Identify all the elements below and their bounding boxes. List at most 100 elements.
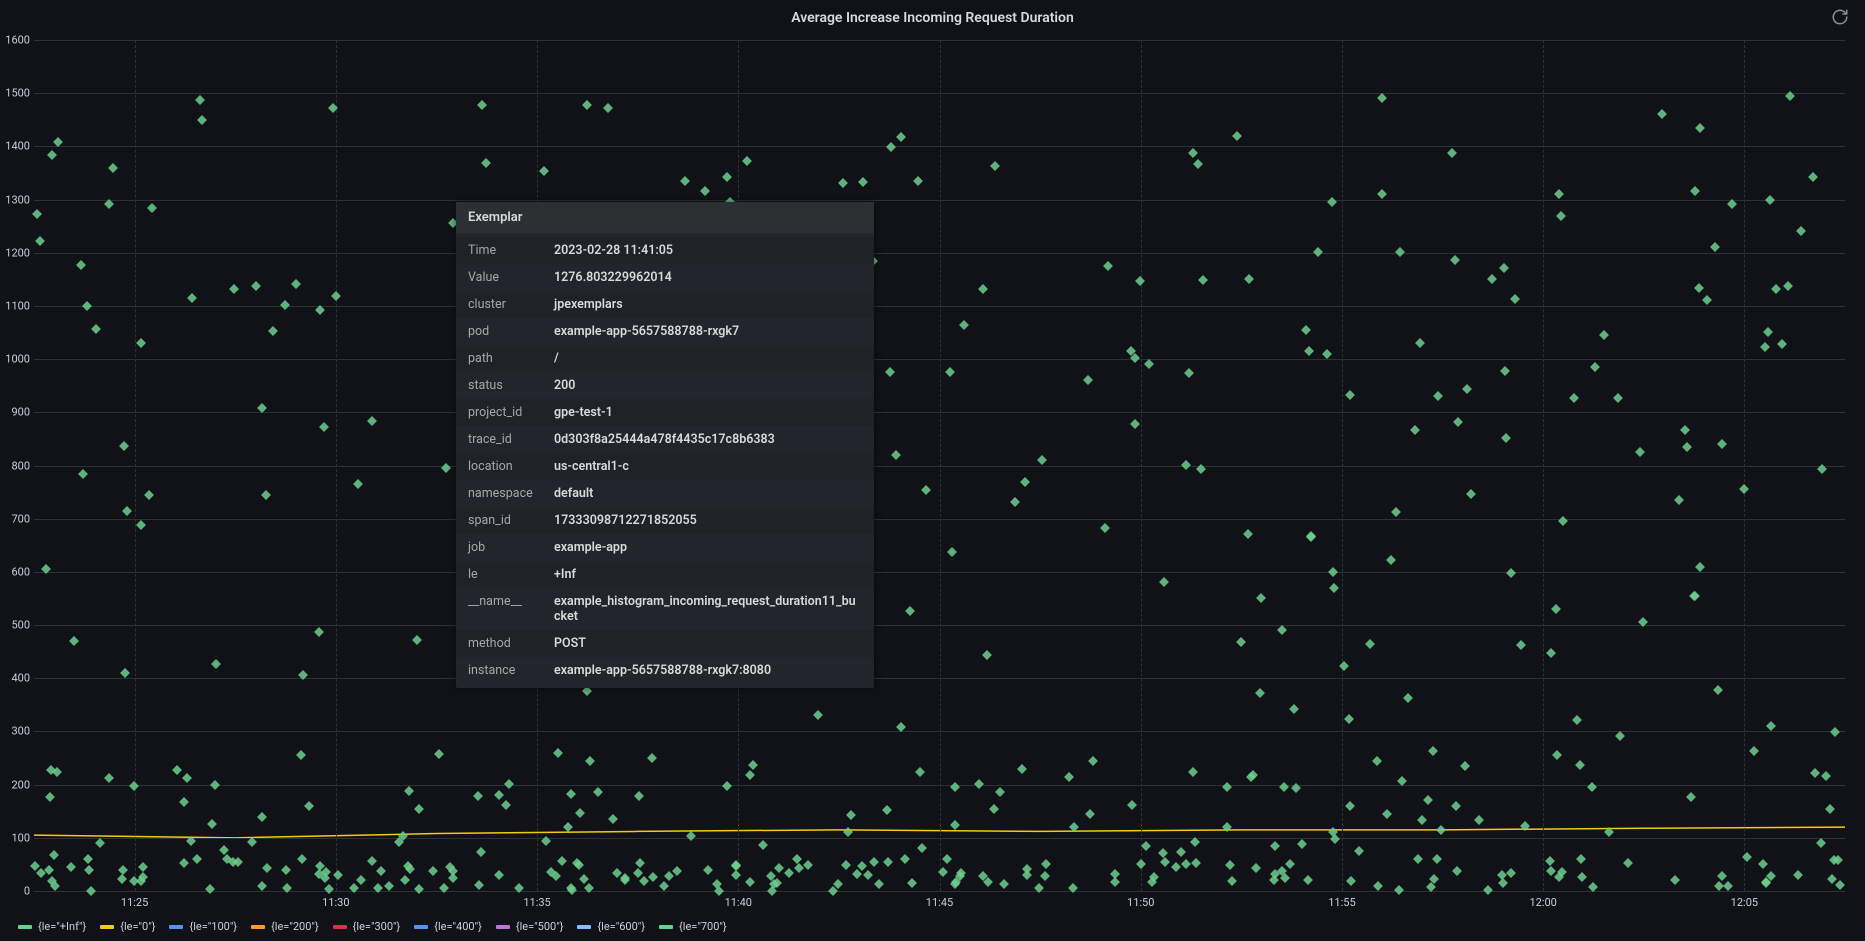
y-tick: 0: [4, 885, 30, 898]
tooltip-row: Value1276.803229962014: [456, 264, 874, 291]
tooltip-value: default: [554, 486, 593, 501]
legend-swatch: [100, 925, 114, 929]
x-tick: 12:05: [1731, 896, 1758, 909]
tooltip-value: example-app-5657588788-rxgk7: [554, 324, 739, 339]
tooltip-key: Time: [468, 243, 554, 258]
x-tick: 11:25: [121, 896, 148, 909]
y-tick: 1500: [4, 87, 30, 100]
y-tick: 1600: [4, 34, 30, 47]
legend-swatch: [251, 925, 265, 929]
legend-swatch: [333, 925, 347, 929]
tooltip-row: path/: [456, 345, 874, 372]
tooltip-key: location: [468, 459, 554, 474]
tooltip-key: span_id: [468, 513, 554, 528]
tooltip-row: methodPOST: [456, 630, 874, 657]
tooltip-key: method: [468, 636, 554, 651]
legend-item[interactable]: {le="500"}: [496, 920, 564, 933]
legend-item[interactable]: {le="+Inf"}: [18, 920, 86, 933]
legend-item[interactable]: {le="300"}: [333, 920, 401, 933]
tooltip-key: path: [468, 351, 554, 366]
x-tick: 11:55: [1328, 896, 1355, 909]
legend-swatch: [414, 925, 428, 929]
tooltip-value: 17333098712271852055: [554, 513, 697, 528]
tooltip-row: instanceexample-app-5657588788-rxgk7:808…: [456, 657, 874, 684]
y-tick: 500: [4, 619, 30, 632]
tooltip-row: span_id17333098712271852055: [456, 507, 874, 534]
tooltip-key: instance: [468, 663, 554, 678]
y-tick: 1300: [4, 193, 30, 206]
x-tick: 11:35: [523, 896, 550, 909]
x-tick: 11:30: [322, 896, 349, 909]
tooltip-key: le: [468, 567, 554, 582]
legend-label: {le="200"}: [271, 920, 319, 933]
legend-item[interactable]: {le="700"}: [659, 920, 727, 933]
tooltip-value: example-app-5657588788-rxgk7:8080: [554, 663, 771, 678]
legend-swatch: [659, 925, 673, 929]
tooltip-row: trace_id0d303f8a25444a478f4435c17c8b6383: [456, 426, 874, 453]
y-tick: 1400: [4, 140, 30, 153]
tooltip-value: /: [554, 351, 559, 366]
tooltip-value: gpe-test-1: [554, 405, 613, 420]
chart-title: Average Increase Incoming Request Durati…: [0, 10, 1865, 26]
tooltip-key: trace_id: [468, 432, 554, 447]
tooltip-value: 0d303f8a25444a478f4435c17c8b6383: [554, 432, 775, 447]
y-tick: 1100: [4, 299, 30, 312]
x-tick: 12:00: [1529, 896, 1556, 909]
tooltip-row: locationus-central1-c: [456, 453, 874, 480]
legend-item[interactable]: {le="0"}: [100, 920, 155, 933]
tooltip-key: job: [468, 540, 554, 555]
tooltip-value: 200: [554, 378, 575, 393]
tooltip-key: Value: [468, 270, 554, 285]
exemplar-tooltip: Exemplar Time2023-02-28 11:41:05Value127…: [456, 202, 874, 688]
legend-label: {le="500"}: [516, 920, 564, 933]
y-tick: 800: [4, 459, 30, 472]
tooltip-value: +Inf: [554, 567, 576, 582]
x-tick: 11:50: [1127, 896, 1154, 909]
tooltip-key: __name__: [468, 594, 554, 624]
tooltip-row: status200: [456, 372, 874, 399]
tooltip-key: namespace: [468, 486, 554, 501]
tooltip-value: 1276.803229962014: [554, 270, 672, 285]
tooltip-title: Exemplar: [456, 202, 874, 233]
legend-label: {le="700"}: [679, 920, 727, 933]
legend-swatch: [18, 925, 32, 929]
plot-area[interactable]: 0100200300400500600700800900100011001200…: [34, 40, 1845, 891]
tooltip-row: namespacedefault: [456, 480, 874, 507]
tooltip-key: cluster: [468, 297, 554, 312]
gridline-v: [135, 40, 136, 891]
legend-item[interactable]: {le="400"}: [414, 920, 482, 933]
gridline-v: [1744, 40, 1745, 891]
tooltip-value: POST: [554, 636, 586, 651]
legend-item[interactable]: {le="100"}: [169, 920, 237, 933]
refresh-icon[interactable]: [1831, 8, 1849, 26]
legend-label: {le="400"}: [434, 920, 482, 933]
legend-label: {le="600"}: [597, 920, 645, 933]
gridline-v: [1342, 40, 1343, 891]
legend-swatch: [496, 925, 510, 929]
tooltip-row: le+Inf: [456, 561, 874, 588]
tooltip-value: example_histogram_incoming_request_durat…: [554, 594, 862, 624]
tooltip-row: podexample-app-5657588788-rxgk7: [456, 318, 874, 345]
gridline-v: [940, 40, 941, 891]
y-tick: 900: [4, 406, 30, 419]
tooltip-value: jpexemplars: [554, 297, 623, 312]
tooltip-key: project_id: [468, 405, 554, 420]
y-tick: 300: [4, 725, 30, 738]
chart-panel: Average Increase Incoming Request Durati…: [0, 0, 1865, 941]
y-tick: 600: [4, 565, 30, 578]
legend-label: {le="100"}: [189, 920, 237, 933]
gridline-v: [1543, 40, 1544, 891]
tooltip-key: status: [468, 378, 554, 393]
gridline-h: [34, 891, 1845, 892]
legend-swatch: [169, 925, 183, 929]
tooltip-row: jobexample-app: [456, 534, 874, 561]
legend-item[interactable]: {le="600"}: [577, 920, 645, 933]
tooltip-row: clusterjpexemplars: [456, 291, 874, 318]
legend-item[interactable]: {le="200"}: [251, 920, 319, 933]
legend-label: {le="300"}: [353, 920, 401, 933]
tooltip-row: __name__example_histogram_incoming_reque…: [456, 588, 874, 630]
x-tick: 11:40: [725, 896, 752, 909]
y-tick: 400: [4, 672, 30, 685]
y-tick: 1200: [4, 246, 30, 259]
legend-swatch: [577, 925, 591, 929]
